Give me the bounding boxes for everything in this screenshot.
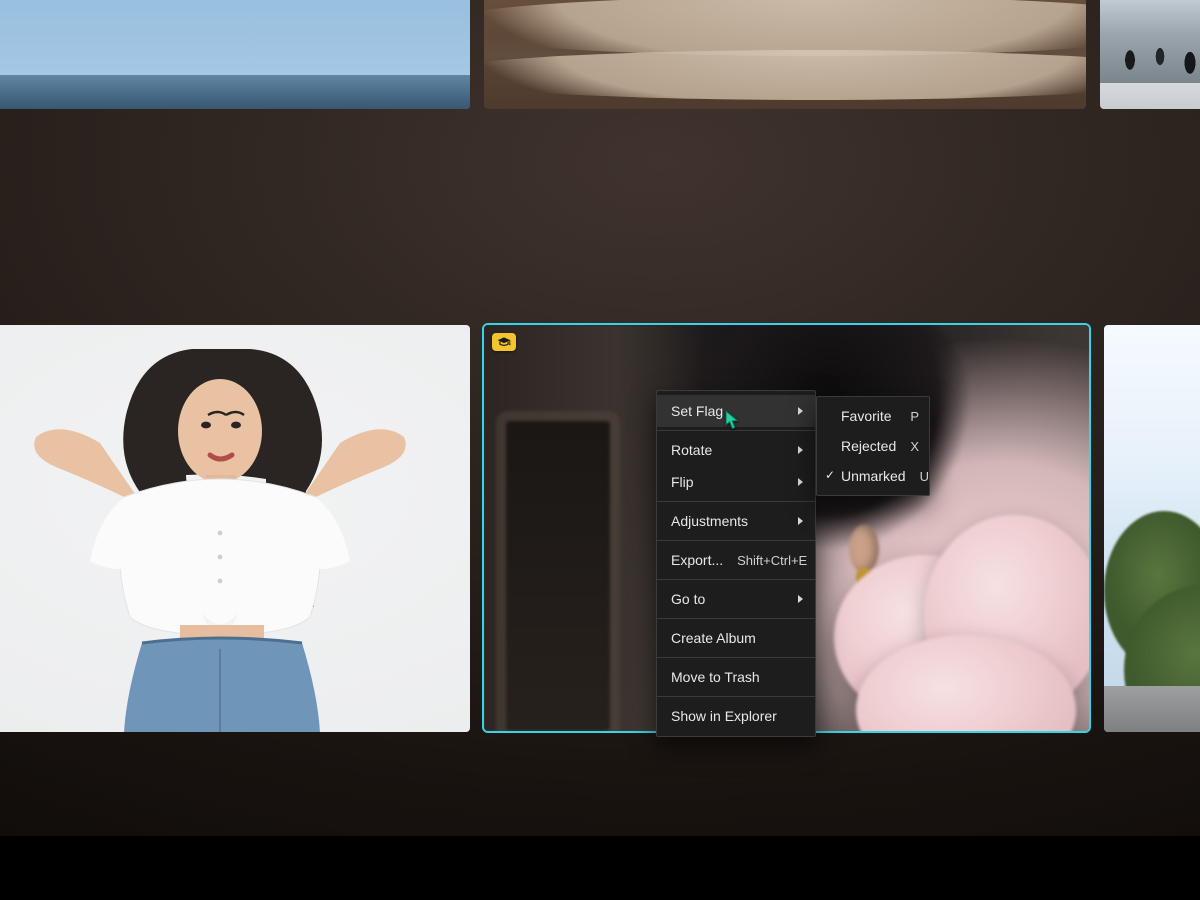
menu-separator [657, 618, 815, 619]
submenu-item-label: Favorite [841, 408, 892, 424]
submenu-item-label: Unmarked [841, 468, 906, 484]
thumbnail-beach-waves[interactable] [484, 0, 1086, 109]
submenu-arrow-icon [798, 595, 803, 603]
menu-item-show-in-explorer[interactable]: Show in Explorer [657, 700, 815, 732]
submenu-item-unmarked[interactable]: ✓ Unmarked U [817, 461, 929, 491]
menu-separator [657, 579, 815, 580]
menu-item-shortcut: Shift+Ctrl+E [737, 553, 807, 568]
menu-separator [657, 430, 815, 431]
submenu-item-shortcut: U [920, 469, 929, 484]
menu-separator [657, 540, 815, 541]
submenu-item-favorite[interactable]: Favorite P [817, 401, 929, 431]
submenu-arrow-icon [798, 478, 803, 486]
menu-item-move-to-trash[interactable]: Move to Trash [657, 661, 815, 693]
submenu-item-shortcut: P [910, 409, 919, 424]
menu-separator [657, 657, 815, 658]
submenu-arrow-icon [798, 517, 803, 525]
menu-item-label: Adjustments [671, 513, 748, 529]
menu-item-set-flag[interactable]: Set Flag [657, 395, 815, 427]
menu-separator [657, 696, 815, 697]
photo-grid[interactable]: Set Flag Rotate Flip Adjustments Export.… [0, 0, 1200, 900]
thumbnail-outdoor-trees[interactable] [1104, 325, 1200, 732]
menu-item-adjustments[interactable]: Adjustments [657, 505, 815, 537]
menu-item-label: Create Album [671, 630, 756, 646]
checkmark-icon: ✓ [825, 469, 837, 481]
menu-item-label: Go to [671, 591, 705, 607]
submenu-arrow-icon [798, 407, 803, 415]
menu-item-label: Move to Trash [671, 669, 760, 685]
context-submenu-set-flag[interactable]: Favorite P Rejected X ✓ Unmarked U [816, 396, 930, 496]
menu-item-go-to[interactable]: Go to [657, 583, 815, 615]
menu-item-label: Rotate [671, 442, 712, 458]
footer-band [0, 836, 1200, 900]
thumbnail-portrait-white-top[interactable] [0, 325, 470, 732]
menu-item-create-album[interactable]: Create Album [657, 622, 815, 654]
thumbnail-buildings-reflection[interactable] [0, 0, 470, 109]
submenu-arrow-icon [798, 446, 803, 454]
thumbnail-street-scene[interactable] [1100, 0, 1200, 109]
context-menu[interactable]: Set Flag Rotate Flip Adjustments Export.… [656, 390, 816, 737]
menu-item-label: Flip [671, 474, 694, 490]
menu-separator [657, 501, 815, 502]
submenu-item-shortcut: X [910, 439, 919, 454]
graduation-cap-icon [492, 333, 516, 351]
menu-item-rotate[interactable]: Rotate [657, 434, 815, 466]
menu-item-flip[interactable]: Flip [657, 466, 815, 498]
submenu-item-rejected[interactable]: Rejected X [817, 431, 929, 461]
submenu-item-label: Rejected [841, 438, 896, 454]
menu-item-export[interactable]: Export... Shift+Ctrl+E [657, 544, 815, 576]
menu-item-label: Export... [671, 552, 723, 568]
menu-item-label: Set Flag [671, 403, 723, 419]
menu-item-label: Show in Explorer [671, 708, 777, 724]
